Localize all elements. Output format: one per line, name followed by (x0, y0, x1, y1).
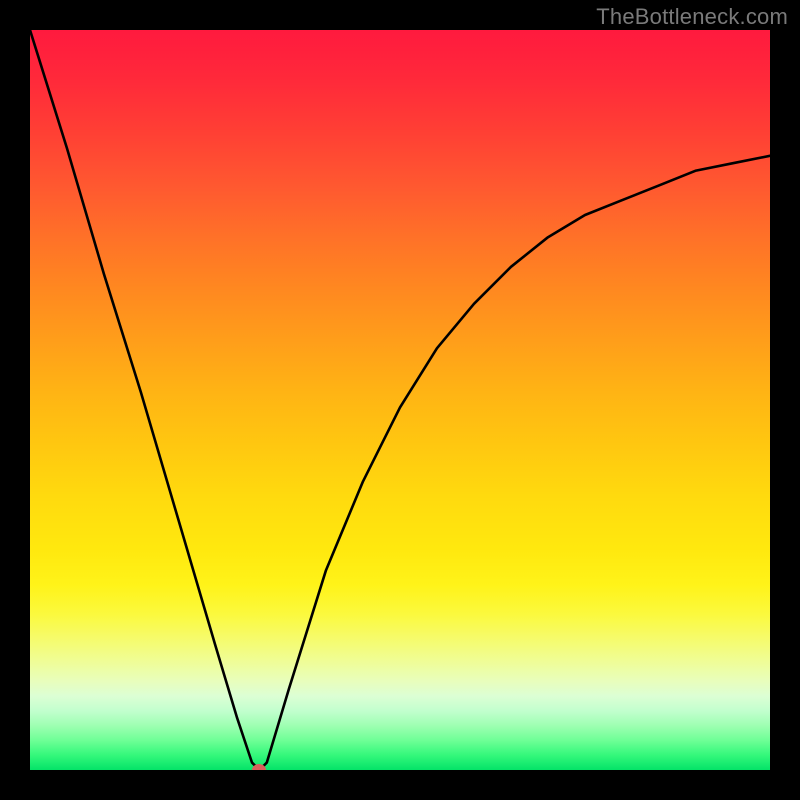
watermark-text: TheBottleneck.com (596, 4, 788, 30)
curve-svg (30, 30, 770, 770)
bottleneck-curve (30, 30, 770, 770)
plot-area (30, 30, 770, 770)
optimum-marker (252, 764, 266, 770)
chart-frame: TheBottleneck.com (0, 0, 800, 800)
